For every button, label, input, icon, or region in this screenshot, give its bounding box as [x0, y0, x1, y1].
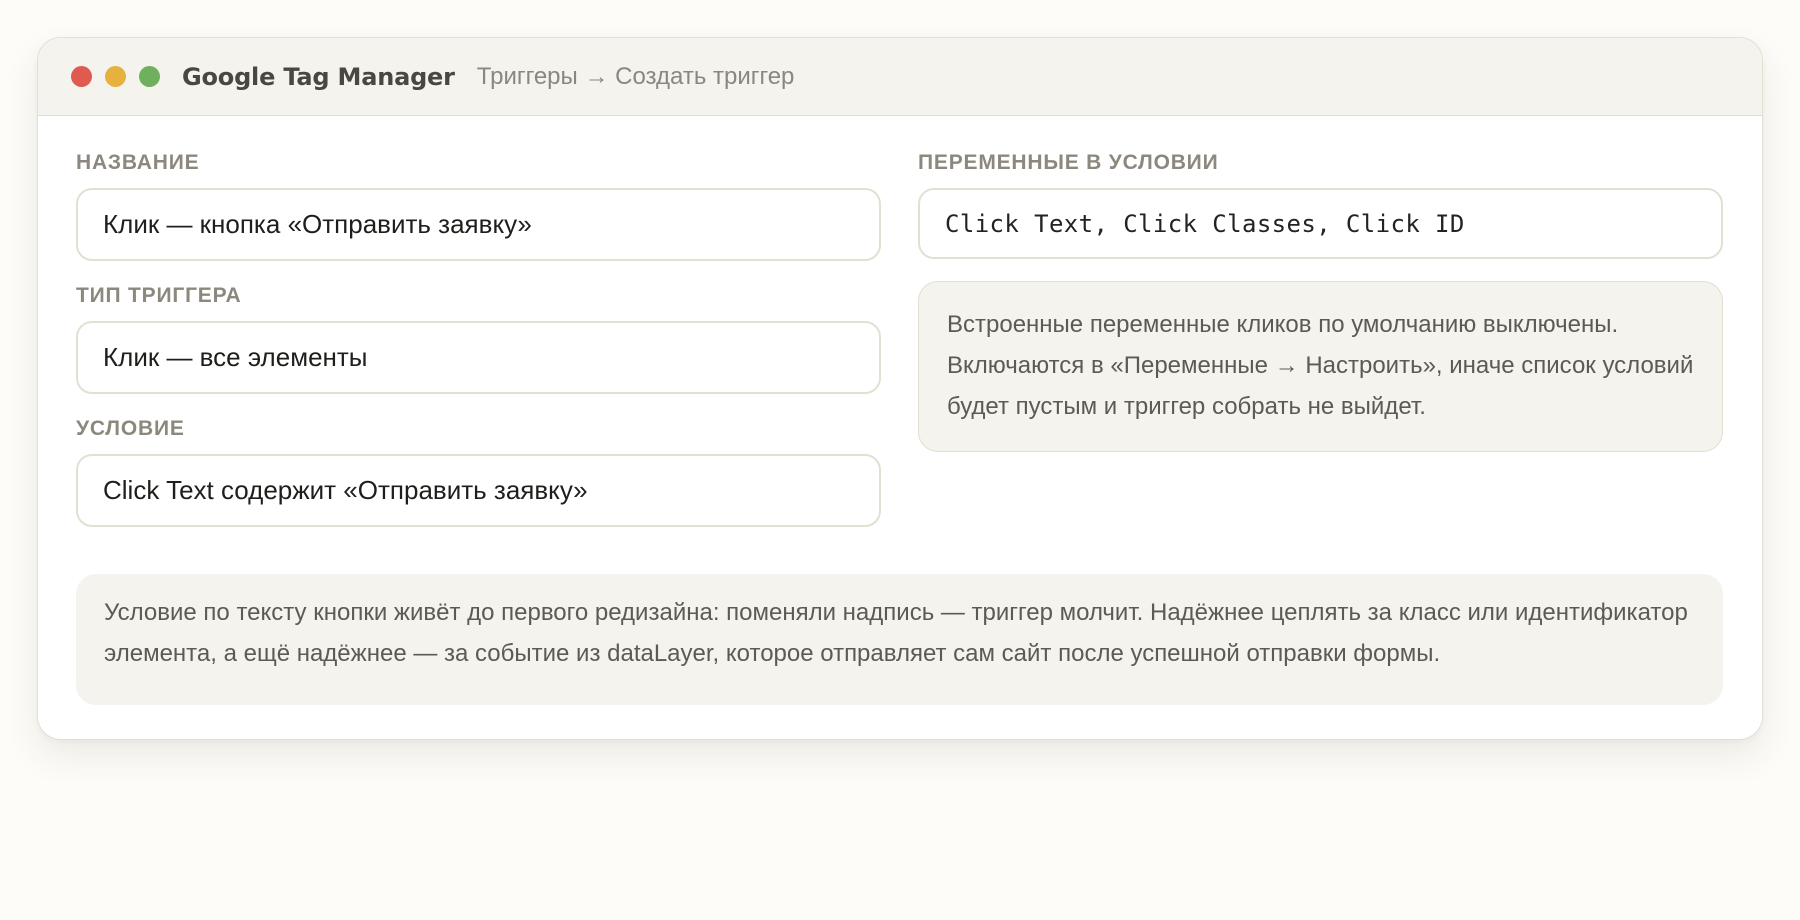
variables-value: Click Text, Click Classes, Click ID [945, 209, 1465, 238]
variables-label: Переменные в условии [918, 151, 1219, 174]
title-bar: Google Tag Manager Триггеры → Создать тр… [38, 38, 1762, 116]
app-window: Google Tag Manager Триггеры → Создать тр… [37, 37, 1763, 740]
trigger-type-value: Клик — все элементы [103, 342, 368, 372]
trigger-type-label: Тип триггера [76, 284, 242, 307]
variables-field[interactable]: Click Text, Click Classes, Click ID [918, 188, 1723, 259]
condition-value: Click Text содержит «Отправить заявку» [103, 475, 588, 505]
trigger-type-field[interactable]: Клик — все элементы [76, 321, 881, 394]
condition-fragility-note: Условие по тексту кнопки живёт до первог… [76, 574, 1723, 705]
app-title: Google Tag Manager [182, 62, 455, 91]
minimize-window-button[interactable] [105, 66, 126, 87]
name-field[interactable]: Клик — кнопка «Отправить заявку» [76, 188, 881, 261]
name-label: Название [76, 151, 200, 174]
condition-label: Условие [76, 417, 185, 440]
close-window-button[interactable] [71, 66, 92, 87]
maximize-window-button[interactable] [139, 66, 160, 87]
name-field-value: Клик — кнопка «Отправить заявку» [103, 209, 532, 239]
builtin-variables-note: Встроенные переменные кликов по умолчани… [918, 281, 1723, 452]
breadcrumb[interactable]: Триггеры → Создать триггер [477, 63, 795, 91]
condition-field[interactable]: Click Text содержит «Отправить заявку» [76, 454, 881, 527]
